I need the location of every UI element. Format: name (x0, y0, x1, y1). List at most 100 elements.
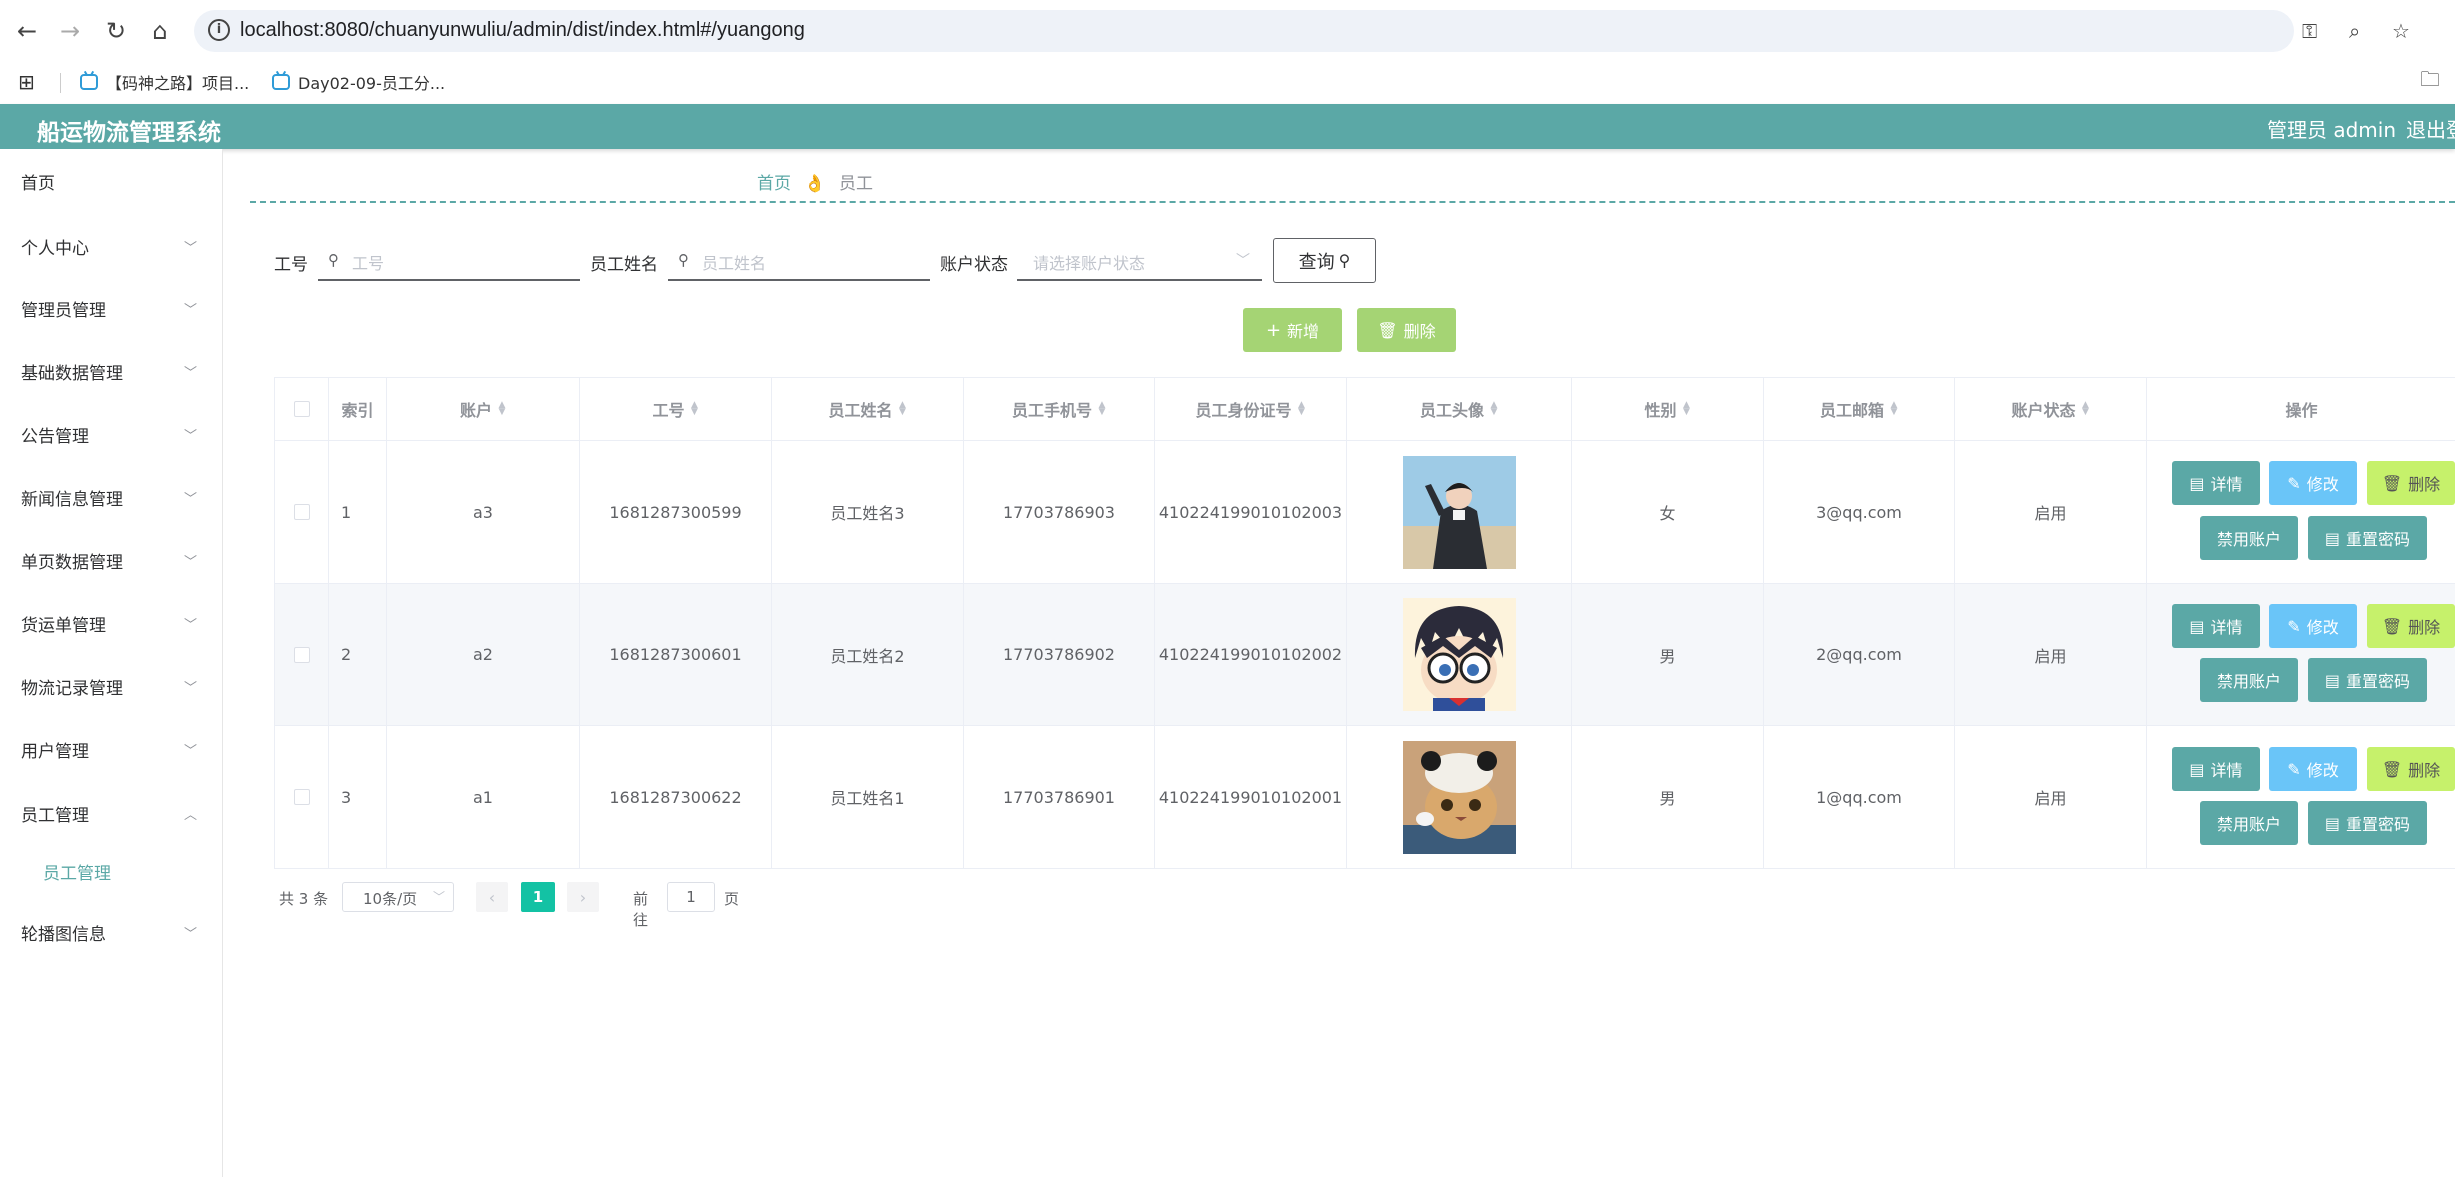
sort-icon[interactable]: ▲ ▼ (1490, 401, 1498, 417)
query-label: 查询 (1298, 251, 1335, 273)
avatar-photo-person[interactable] (1402, 455, 1516, 569)
header-label: 员工头像 (1419, 401, 1484, 420)
sidebar-subitem-employees[interactable]: 员工管理 (0, 849, 222, 889)
zoom-icon[interactable]: ⌕ (2349, 19, 2360, 43)
row-checkbox[interactable] (293, 646, 310, 663)
select-all-checkbox[interactable] (293, 401, 310, 417)
sort-icon[interactable]: ▲ ▼ (899, 401, 907, 417)
header-idcard[interactable]: 员工身份证号 ▲ ▼ (1155, 378, 1347, 441)
header-label: 索引 (341, 401, 374, 420)
sidebar-item-home[interactable]: 首页 (0, 159, 222, 199)
header-avatar[interactable]: 员工头像 ▲ ▼ (1347, 378, 1572, 441)
reset-password-button[interactable]: ▤ 重置密码 (2308, 516, 2427, 560)
sort-icon[interactable]: ▲ ▼ (498, 401, 506, 417)
delete-row-button[interactable]: 🗑 删除 (2367, 747, 2455, 791)
sidebar-item-news[interactable]: 新闻信息管理 ﹀ (0, 475, 222, 515)
bookmark-item[interactable]: Day02-09-员工分... (272, 69, 445, 95)
delete-row-button[interactable]: 🗑 删除 (2367, 604, 2455, 648)
page-size-select[interactable]: 10条/页 ﹀ (342, 882, 454, 912)
address-bar[interactable]: i localhost:8080/chuanyunwuliu/admin/dis… (194, 10, 2410, 52)
sidebar-item-users[interactable]: 用户管理 ﹀ (0, 727, 222, 767)
home-icon[interactable]: ⌂ (143, 14, 177, 48)
header-name[interactable]: 员工姓名 ▲ ▼ (772, 378, 964, 441)
avatar-photo-cat[interactable] (1402, 740, 1516, 854)
reset-password-button[interactable]: ▤ 重置密码 (2308, 801, 2427, 845)
back-icon[interactable]: ← (10, 14, 44, 48)
sidebar-item-label: 单页数据管理 (21, 553, 123, 573)
site-info-icon[interactable]: i (208, 19, 230, 41)
edit-button[interactable]: ✎ 修改 (2269, 747, 2357, 791)
cell-status: 启用 (1955, 584, 2147, 726)
disable-account-button[interactable]: 禁用账户 (2200, 658, 2298, 702)
sidebar-item-label: 新闻信息管理 (21, 490, 123, 510)
sidebar-item-logistics[interactable]: 物流记录管理 ﹀ (0, 664, 222, 704)
sort-icon[interactable]: ▲ ▼ (2082, 401, 2090, 417)
header-account[interactable]: 账户 ▲ ▼ (387, 378, 580, 441)
avatar-photo-cartoon[interactable] (1402, 598, 1516, 711)
bookmark-item[interactable]: 【码神之路】项目... (80, 69, 249, 95)
detail-button[interactable]: ▤ 详情 (2172, 604, 2260, 648)
header-gonghao[interactable]: 工号 ▲ ▼ (580, 378, 772, 441)
edit-button[interactable]: ✎ 修改 (2269, 461, 2357, 505)
next-page-button[interactable]: › (567, 882, 599, 912)
sidebar-item-carousel[interactable]: 轮播图信息 ﹀ (0, 910, 222, 950)
cell-avatar (1347, 584, 1572, 726)
sort-icon[interactable]: ▲ ▼ (1890, 401, 1898, 417)
edit-button[interactable]: ✎ 修改 (2269, 604, 2357, 648)
reset-label: 重置密码 (2346, 672, 2411, 691)
disable-account-button[interactable]: 禁用账户 (2200, 516, 2298, 560)
sidebar-item-single-page[interactable]: 单页数据管理 ﹀ (0, 538, 222, 578)
folder-icon[interactable]: 🗀 (2420, 67, 2440, 95)
address-text[interactable]: localhost:8080/chuanyunwuliu/admin/dist/… (240, 19, 805, 42)
chevron-down-icon: ﹀ (184, 241, 198, 256)
delete-row-button[interactable]: 🗑 删除 (2367, 461, 2455, 505)
batch-delete-button[interactable]: 🗑 删除 (1357, 308, 1456, 352)
logout-button[interactable]: 退出登 (2406, 114, 2455, 143)
row-checkbox[interactable] (293, 789, 310, 805)
query-button[interactable]: 查询 ⚲ (1273, 238, 1376, 283)
chevron-down-icon: ﹀ (184, 681, 198, 696)
header-gender[interactable]: 性别 ▲ ▼ (1572, 378, 1764, 441)
apps-grid-icon[interactable]: ⊞ (18, 69, 35, 95)
sort-icon[interactable]: ▲ ▼ (691, 401, 699, 417)
sidebar-item-employees[interactable]: 员工管理 ︿ (0, 791, 222, 831)
sidebar: 首页 个人中心 ﹀ 管理员管理 ﹀ 基础数据管理 ﹀ 公告管理 ﹀ 新闻信息管理… (0, 149, 223, 1177)
gonghao-input[interactable]: ⚲ 工号 (318, 241, 580, 281)
cell-index: 1 (329, 441, 387, 584)
detail-button[interactable]: ▤ 详情 (2172, 747, 2260, 791)
key-icon[interactable]: ⚿ (2302, 19, 2317, 43)
header-status[interactable]: 账户状态 ▲ ▼ (1955, 378, 2147, 441)
status-select[interactable]: 请选择账户状态 ﹀ (1017, 241, 1262, 281)
delete-label: 删除 (2408, 475, 2441, 494)
edit-label: 修改 (2306, 475, 2339, 494)
prev-page-button[interactable]: ‹ (476, 882, 508, 912)
reload-icon[interactable]: ↻ (99, 14, 133, 48)
sidebar-item-admins[interactable]: 管理员管理 ﹀ (0, 286, 222, 326)
disable-account-button[interactable]: 禁用账户 (2200, 801, 2298, 845)
cell-index: 2 (329, 584, 387, 726)
sort-icon[interactable]: ▲ ▼ (1098, 401, 1106, 417)
name-input[interactable]: ⚲ 员工姓名 (668, 241, 930, 281)
star-icon[interactable]: ☆ (2392, 19, 2410, 43)
breadcrumb-current: 员工 (838, 174, 873, 194)
reset-password-button[interactable]: ▤ 重置密码 (2308, 658, 2427, 702)
sort-icon[interactable]: ▲ ▼ (1683, 401, 1691, 417)
row-checkbox[interactable] (293, 504, 310, 520)
sidebar-item-basic-data[interactable]: 基础数据管理 ﹀ (0, 349, 222, 389)
sidebar-item-waybills[interactable]: 货运单管理 ﹀ (0, 601, 222, 641)
detail-button[interactable]: ▤ 详情 (2172, 461, 2260, 505)
delete-label: 删除 (2408, 618, 2441, 637)
sidebar-item-notices[interactable]: 公告管理 ﹀ (0, 412, 222, 452)
header-phone[interactable]: 员工手机号 ▲ ▼ (964, 378, 1155, 441)
header-email[interactable]: 员工邮箱 ▲ ▼ (1764, 378, 1955, 441)
cell-email: 3@qq.com (1764, 441, 1955, 584)
add-button[interactable]: + 新增 (1243, 308, 1342, 352)
forward-icon[interactable]: → (53, 14, 87, 48)
document-icon: ▤ (2324, 670, 2341, 690)
page-number-button[interactable]: 1 (521, 882, 555, 912)
goto-page-input[interactable]: 1 (667, 882, 715, 912)
sidebar-item-profile[interactable]: 个人中心 ﹀ (0, 224, 222, 264)
sort-icon[interactable]: ▲ ▼ (1298, 401, 1306, 417)
row-checkbox-cell (275, 584, 329, 726)
breadcrumb-home[interactable]: 首页 (757, 174, 791, 194)
